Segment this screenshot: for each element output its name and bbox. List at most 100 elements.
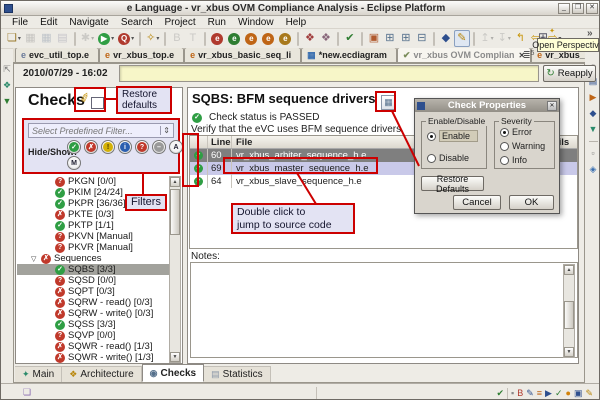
build-icon[interactable]: ✱ ▾ [79,30,96,47]
menu-item[interactable]: Project [159,17,202,28]
session-field[interactable] [119,65,539,82]
zoom-out-icon[interactable]: ⊟ [414,30,430,47]
scroll-up-icon[interactable]: ▲ [170,177,180,187]
bottom-tab[interactable]: ◉ Checks [141,364,205,382]
menu-item[interactable]: File [6,17,34,28]
spinner-icon[interactable]: ⇕ [160,126,170,135]
close-window-icon[interactable]: ✕ [586,2,598,14]
sync-status-icon[interactable]: ✔ [496,388,504,398]
mini-view-icon[interactable]: ▫ [591,149,594,158]
tree-item[interactable]: PKGN [0/0] [17,176,170,187]
perspective-cube-icon[interactable]: ◆ [438,30,454,47]
tree-item[interactable]: SQWR - read() [1/3] [17,341,170,352]
toolbar-separator[interactable] [361,31,364,46]
toolbar-separator[interactable] [204,31,207,46]
scroll-down-icon[interactable]: ▼ [564,347,574,357]
bottom-tab[interactable]: ▤ Statistics [204,366,271,382]
tree-item[interactable]: SQSD [0/0] [17,275,170,286]
edit-status-icon[interactable]: ✎ [526,388,534,398]
check-status-icon[interactable]: ✓ [555,388,563,398]
show-unknown-filter[interactable]: ? [135,140,149,154]
dot-status-icon[interactable]: ● [566,388,571,398]
tree-item[interactable]: PKTP [1/1] [17,220,170,231]
show-failed-filter[interactable]: ✗ [84,140,98,154]
editor-tab[interactable]: e evc_util_top.e [15,48,100,62]
menu-item[interactable]: Navigate [63,17,114,28]
import-view-icon[interactable]: ▼ [3,97,12,106]
notes-scrollbar[interactable]: ▲ ▼ [563,264,575,358]
diagram-icon[interactable]: ▣ [366,30,382,47]
e-doc-icon[interactable]: e [243,30,260,47]
save-icon[interactable]: ▦ [23,30,39,47]
info-radio[interactable]: Info [500,155,527,165]
toolbar-separator[interactable] [473,31,476,46]
show-info-filter[interactable]: i [118,140,132,154]
pencil-status-icon[interactable]: ✎ [585,388,593,398]
elite-check-icon[interactable]: ✔ [342,30,358,47]
window-status-icon[interactable]: ▣ [574,388,583,398]
zoom-in-icon[interactable]: ⊞ [382,30,398,47]
menu-item[interactable]: Run [202,17,232,28]
text-t-icon[interactable]: T [185,30,201,47]
tree-scrollbar[interactable]: ▲ ▼ [169,176,181,363]
next-annotation-icon[interactable]: ↧ ▾ [496,30,513,47]
editor-tab[interactable]: e vr_xbus_basic_seq_li [184,48,302,62]
warning-radio[interactable]: Warning [500,141,545,151]
dialog-title-bar[interactable]: Check Properties ✕ [415,99,559,112]
show-auto-filter[interactable]: A [169,140,183,154]
reapply-button[interactable]: ↻ Reapply [543,65,596,82]
cancel-button[interactable]: Cancel [453,195,501,210]
ok-button[interactable]: OK [509,195,554,210]
show-disabled-filter[interactable]: – [152,140,166,154]
scroll-up-icon[interactable]: ▲ [564,265,574,275]
cube-view-icon[interactable]: ◆ [590,109,597,118]
close-dialog-icon[interactable]: ✕ [547,100,557,111]
statusbar-separator[interactable] [507,387,508,399]
prev-annotation-icon[interactable]: ↥ ▾ [478,30,495,47]
menu-item[interactable]: Edit [34,17,63,28]
menu-item[interactable]: Search [115,17,159,28]
show-warning-filter[interactable]: ! [101,140,115,154]
e-module-icon[interactable]: e [209,30,226,47]
bottom-tab[interactable]: ✦ Main [15,366,63,382]
tree-view-icon[interactable]: ▼ [589,125,598,134]
bottom-tab[interactable]: ❖ Architecture [62,366,142,382]
minimize-window-icon[interactable]: _ [558,2,570,14]
menu-item[interactable]: Help [280,17,313,28]
annotate-icon[interactable]: ✎ [454,30,471,47]
toolbar-separator[interactable] [433,31,436,46]
maximize-window-icon[interactable]: ❐ [572,2,584,14]
diagram-view-icon[interactable]: ◈ [590,165,597,174]
palette-view-icon[interactable]: ❖ [3,81,11,90]
last-edit-icon[interactable]: ↰ [513,30,529,47]
tree-item[interactable]: SQWR - write() [1/3] [17,352,170,363]
text-b-icon[interactable]: B [169,30,185,47]
build-status-icon[interactable]: B [517,388,523,398]
tree-item[interactable]: SQBS [3/3] [17,264,170,275]
editor-list-button[interactable]: ≣ 5 [523,50,534,61]
restore-defaults-icon[interactable]: ✐ [78,90,104,111]
predefined-filter-select[interactable]: Select Predefined Filter... ⇕ [28,123,174,138]
refactor-icon[interactable]: ❖ [302,30,318,47]
new-task-icon[interactable]: ❏ [23,387,31,398]
check-properties-button[interactable]: ▦ [381,95,396,110]
tree-item[interactable]: PKVR [Manual] [17,242,170,253]
notes-textarea[interactable]: ▲ ▼ [190,262,578,358]
compare-icon[interactable]: ❖ [318,30,334,47]
e-gen-icon[interactable]: e [277,30,294,47]
expand-arrow-icon[interactable]: ▽ [31,255,38,263]
print-icon[interactable]: ▤ [55,30,71,47]
tree-item[interactable]: ▽ Sequences [17,253,170,264]
task-status-icon[interactable]: ▪ [511,388,514,398]
toolbar-separator[interactable] [337,31,340,46]
tree-item[interactable]: SQPT [0/3] [17,286,170,297]
bookmark-view-icon[interactable]: ▶ [590,93,597,102]
menu-item[interactable]: Window [232,17,280,28]
restore-defaults-button[interactable]: Restore Defaults [421,174,484,194]
tree-item[interactable]: PKVN [Manual] [17,231,170,242]
toolbar-separator[interactable] [164,31,167,46]
disable-radio[interactable]: Disable [427,153,469,163]
e-import-icon[interactable]: e [226,30,243,47]
e-macro-icon[interactable]: e [260,30,277,47]
toolbar-separator[interactable] [297,31,300,46]
